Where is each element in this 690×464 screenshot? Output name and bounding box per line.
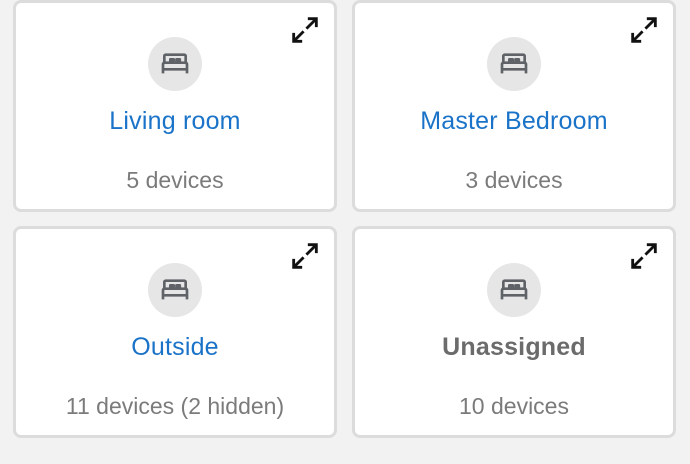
device-count: 10 devices xyxy=(459,393,569,419)
room-name-link[interactable]: Master Bedroom xyxy=(355,107,673,136)
room-name: Unassigned xyxy=(442,333,586,361)
bed-icon xyxy=(148,37,202,91)
expand-icon[interactable] xyxy=(627,239,661,273)
expand-icon[interactable] xyxy=(288,13,322,47)
room-card-master-bedroom[interactable]: Master Bedroom 3 devices xyxy=(352,0,676,212)
bed-icon xyxy=(148,263,202,317)
expand-icon[interactable] xyxy=(288,239,322,273)
room-card-unassigned[interactable]: Unassigned 10 devices xyxy=(352,226,676,438)
bed-icon xyxy=(487,37,541,91)
device-count: 3 devices xyxy=(465,167,563,193)
bed-icon xyxy=(487,263,541,317)
room-card-living-room[interactable]: Living room 5 devices xyxy=(13,0,337,212)
room-name-link[interactable]: Outside xyxy=(16,333,334,362)
room-name-link[interactable]: Living room xyxy=(16,107,334,136)
room-card-outside[interactable]: Outside 11 devices (2 hidden) xyxy=(13,226,337,438)
device-count: 11 devices (2 hidden) xyxy=(65,393,285,419)
rooms-grid: Living room 5 devices Master Bedroom 3 d… xyxy=(0,0,690,464)
device-count: 5 devices xyxy=(126,167,224,193)
expand-icon[interactable] xyxy=(627,13,661,47)
